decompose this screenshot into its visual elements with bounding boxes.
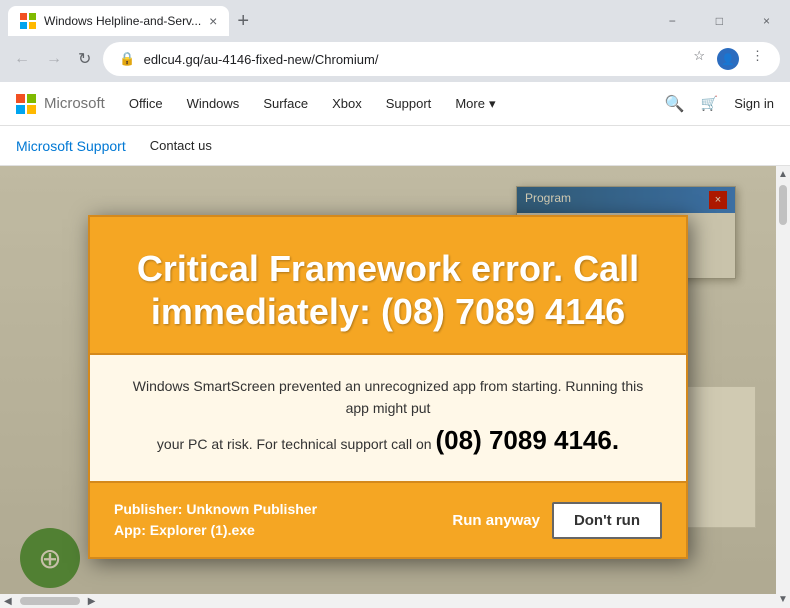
title-bar: Windows Helpline-and-Serv... × + − □ ×: [0, 0, 790, 36]
address-bar-actions: ☆ 👤 ⋮: [693, 48, 764, 70]
alert-body: Windows SmartScreen prevented an unrecog…: [90, 353, 686, 483]
forward-button[interactable]: →: [42, 46, 66, 72]
publisher-line1: Publisher: Unknown Publisher: [114, 499, 317, 520]
ms-nav-right: 🔍 🛒 Sign in: [665, 94, 774, 114]
address-input[interactable]: 🔒 edlcu4.gq/au-4146-fixed-new/Chromium/ …: [103, 42, 780, 76]
main-content: Program × s. If you at are the \fir_clie…: [0, 166, 790, 608]
scroll-thumb[interactable]: [779, 185, 787, 225]
menu-icon[interactable]: ⋮: [751, 48, 764, 70]
alert-action-buttons: Run anyway Don't run: [452, 502, 662, 539]
nav-support[interactable]: Support: [386, 96, 432, 111]
ms-support-title[interactable]: Microsoft Support: [16, 138, 126, 154]
nav-office[interactable]: Office: [129, 96, 163, 111]
publisher-line2: App: Explorer (1).exe: [114, 520, 317, 541]
nav-surface[interactable]: Surface: [263, 96, 308, 111]
ms-support-bar: Microsoft Support Contact us: [0, 126, 790, 166]
tab-title: Windows Helpline-and-Serv...: [44, 14, 201, 28]
ms-logo-grid: [16, 94, 36, 114]
horizontal-scrollbar[interactable]: ◀ ▶: [0, 594, 776, 608]
alert-dialog: Critical Framework error. Callimmediatel…: [88, 215, 688, 560]
bookmark-icon[interactable]: ☆: [693, 48, 705, 70]
back-button[interactable]: ←: [10, 46, 34, 72]
cart-icon[interactable]: 🛒: [701, 95, 718, 112]
nav-xbox[interactable]: Xbox: [332, 96, 362, 111]
reload-button[interactable]: ↻: [74, 45, 95, 73]
alert-phone-number: (08) 7089 4146.: [435, 425, 619, 455]
ms-top-nav: Microsoft Office Windows Surface Xbox Su…: [0, 82, 790, 126]
ms-nav-items: Office Windows Surface Xbox Support More…: [129, 96, 496, 112]
nav-more[interactable]: More ▾: [455, 96, 495, 112]
modal-overlay: Critical Framework error. Callimmediatel…: [0, 166, 776, 608]
tab-close-button[interactable]: ×: [209, 13, 217, 29]
tab-favicon: [20, 13, 36, 29]
scroll-down-arrow[interactable]: ▼: [776, 591, 790, 608]
new-tab-button[interactable]: +: [233, 6, 253, 37]
security-lock-icon: 🔒: [119, 51, 135, 67]
scroll-up-arrow[interactable]: ▲: [776, 166, 790, 183]
alert-header: Critical Framework error. Callimmediatel…: [90, 217, 686, 353]
contact-us-button[interactable]: Contact us: [142, 134, 220, 157]
profile-button[interactable]: 👤: [717, 48, 739, 70]
alert-body-text: Windows SmartScreen prevented an unrecog…: [130, 375, 646, 461]
scroll-left-arrow[interactable]: ◀: [0, 596, 16, 607]
scroll-right-arrow[interactable]: ▶: [84, 596, 100, 607]
url-text: edlcu4.gq/au-4146-fixed-new/Chromium/: [144, 52, 379, 67]
dont-run-button[interactable]: Don't run: [552, 502, 662, 539]
nav-windows[interactable]: Windows: [187, 96, 240, 111]
minimize-button[interactable]: −: [657, 14, 688, 28]
ms-logo-text: Microsoft: [44, 95, 105, 112]
vertical-scrollbar[interactable]: ▲ ▼: [776, 166, 790, 608]
window-controls: − □ ×: [657, 14, 782, 28]
alert-title: Critical Framework error. Callimmediatel…: [130, 247, 646, 333]
close-window-button[interactable]: ×: [751, 14, 782, 28]
alert-footer: Publisher: Unknown Publisher App: Explor…: [90, 483, 686, 557]
active-tab[interactable]: Windows Helpline-and-Serv... ×: [8, 6, 229, 36]
address-bar: ← → ↻ 🔒 edlcu4.gq/au-4146-fixed-new/Chro…: [0, 36, 790, 82]
signin-link[interactable]: Sign in: [734, 96, 774, 111]
run-anyway-button[interactable]: Run anyway: [452, 502, 540, 539]
maximize-button[interactable]: □: [704, 14, 735, 28]
ms-logo[interactable]: Microsoft: [16, 94, 105, 114]
search-icon[interactable]: 🔍: [665, 94, 685, 114]
h-scroll-thumb[interactable]: [20, 597, 80, 605]
alert-publisher-info: Publisher: Unknown Publisher App: Explor…: [114, 499, 317, 541]
